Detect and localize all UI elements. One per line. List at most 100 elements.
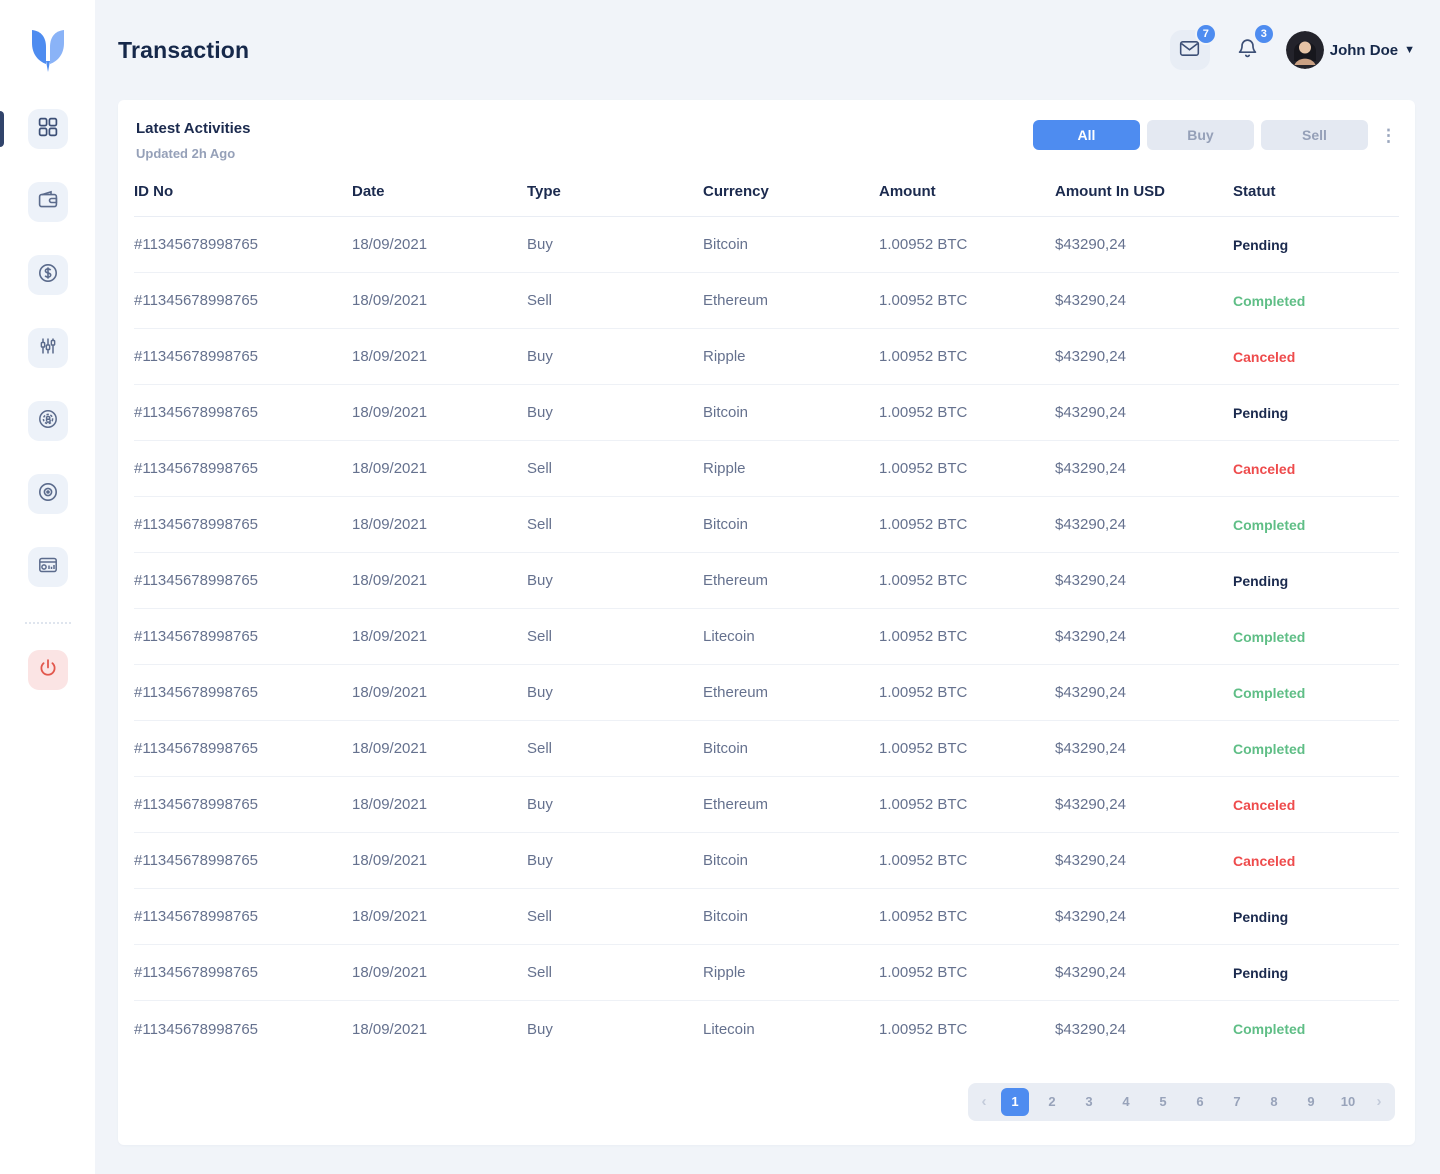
pagination-page-2[interactable]: 2 [1038,1088,1066,1116]
filter-buy-button[interactable]: Buy [1147,120,1254,150]
cell-date: 18/09/2021 [352,908,428,925]
cell-currency: Bitcoin [703,908,749,925]
cell-amount: 1.00952 BTC [879,796,968,813]
pagination-page-8[interactable]: 8 [1260,1088,1288,1116]
sidebar-item-wallet[interactable] [27,182,68,222]
cell-id: #11345678998765 [134,1020,259,1038]
cell-id: #11345678998765 [134,516,259,533]
cell-usd: $43290,24 [1055,292,1126,309]
logout-button[interactable] [27,650,68,690]
filter-area: All Buy Sell ⋮ [1033,120,1397,150]
cell-currency: Ethereum [703,796,769,813]
latest-activities-card: Latest Activities Updated 2h Ago All Buy S… [118,100,1415,1145]
cell-type: Buy [527,236,553,253]
cell-date: 18/09/2021 [352,292,428,309]
sidebar-item-target[interactable] [27,474,68,514]
cell-currency: Ethereum [703,684,769,701]
wallet-icon [38,190,58,215]
cell-date: 18/09/2021 [352,1020,428,1038]
cell-status: Completed [1233,1021,1306,1037]
table-row: #11345678998765 18/09/2021 Buy Bitcoin 1.009… [134,833,1399,889]
cell-id: #11345678998765 [134,684,259,701]
table-row: #11345678998765 18/09/2021 Buy Bitcoin 1.009… [134,217,1399,273]
cell-usd: $43290,24 [1055,852,1126,869]
notifications-button[interactable]: 3 [1228,25,1273,70]
sidebar-item-report[interactable] [27,547,68,587]
pagination-page-6[interactable]: 6 [1186,1088,1214,1116]
cell-usd: $43290,24 [1055,628,1126,645]
pagination-page-1[interactable]: 1 [1001,1088,1029,1116]
cell-id: #11345678998765 [134,964,259,981]
user-name: John Doe [1329,41,1399,59]
table-body: #11345678998765 18/09/2021 Buy Bitcoin 1.009… [134,217,1399,1057]
cell-status: Pending [1233,404,1289,421]
sidebar-item-dashboard[interactable] [0,109,68,149]
cell-id: #11345678998765 [134,796,259,813]
cell-date: 18/09/2021 [352,460,428,477]
cell-status: Completed [1233,740,1306,757]
pagination-prev-icon[interactable]: ‹ [976,1088,992,1116]
cell-usd: $43290,24 [1055,460,1126,477]
column-header: Currency [703,183,769,200]
cell-amount: 1.00952 BTC [879,348,968,365]
cell-usd: $43290,24 [1055,740,1126,757]
cell-amount: 1.00952 BTC [879,404,968,421]
pagination-page-4[interactable]: 4 [1112,1088,1140,1116]
cell-type: Buy [527,572,553,589]
cell-status: Canceled [1233,460,1296,477]
card-title: Latest Activities [136,120,251,137]
pagination-next-icon[interactable]: › [1371,1088,1387,1116]
sidebar-divider [24,622,71,624]
table-row: #11345678998765 18/09/2021 Buy Litecoin 1.00… [134,1001,1399,1057]
cell-status: Completed [1233,628,1306,645]
cell-type: Buy [527,852,553,869]
column-header: Statut [1233,183,1276,200]
cell-type: Buy [527,1020,553,1038]
cell-amount: 1.00952 BTC [879,908,968,925]
pagination-page-9[interactable]: 9 [1297,1088,1325,1116]
pagination-page-3[interactable]: 3 [1075,1088,1103,1116]
user-menu[interactable]: John Doe ▼ [1285,31,1415,69]
bell-icon [1236,37,1259,63]
cell-id: #11345678998765 [134,404,259,421]
sidebar-item-coin[interactable] [27,401,68,441]
cell-id: #11345678998765 [134,740,259,757]
pagination-page-10[interactable]: 10 [1334,1088,1362,1116]
sidebar-nav [0,109,68,620]
pagination-page-5[interactable]: 5 [1149,1088,1177,1116]
card-subtitle: Updated 2h Ago [136,146,236,161]
main-content: Transaction 7 3 John Doe ▼ Latest Activi… [95,0,1440,1174]
more-options-icon[interactable]: ⋮ [1380,127,1397,144]
cell-amount: 1.00952 BTC [879,236,968,253]
filter-sell-button[interactable]: Sell [1261,120,1368,150]
cell-usd: $43290,24 [1055,236,1126,253]
cell-amount: 1.00952 BTC [879,1020,968,1038]
cell-currency: Ripple [703,348,746,365]
cell-date: 18/09/2021 [352,516,428,533]
filter-group: All Buy Sell [1033,120,1368,150]
cell-type: Sell [527,628,553,645]
cell-usd: $43290,24 [1055,516,1126,533]
cell-type: Sell [527,460,553,477]
cell-id: #11345678998765 [134,628,259,645]
cell-date: 18/09/2021 [352,572,428,589]
table-row: #11345678998765 18/09/2021 Buy Bitcoin 1.009… [134,385,1399,441]
cell-date: 18/09/2021 [352,852,428,869]
sidebar-item-market[interactable] [27,328,68,368]
sidebar [0,0,95,1174]
money-icon [38,263,58,288]
mail-icon [1179,38,1200,62]
sidebar-item-money[interactable] [27,255,68,295]
cell-currency: Ethereum [703,572,769,589]
pagination-page-7[interactable]: 7 [1223,1088,1251,1116]
active-indicator [0,111,4,147]
cell-currency: Bitcoin [703,516,749,533]
filter-all-button[interactable]: All [1033,120,1140,150]
cell-status: Canceled [1233,348,1296,365]
report-icon [38,555,58,580]
mail-button[interactable]: 7 [1169,25,1215,70]
cell-status: Pending [1233,572,1289,589]
cell-date: 18/09/2021 [352,236,428,253]
cell-date: 18/09/2021 [352,348,428,365]
cell-date: 18/09/2021 [352,964,428,981]
